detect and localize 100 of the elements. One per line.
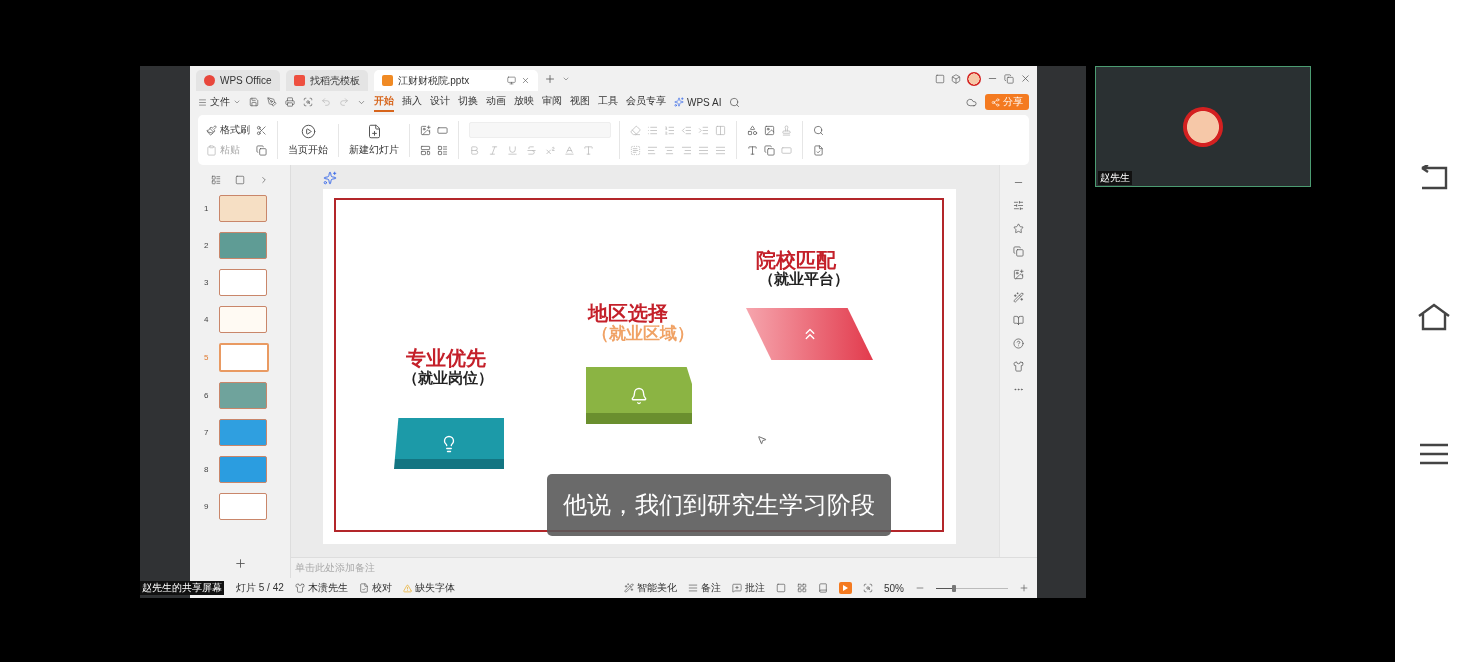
avatar[interactable] [967, 71, 981, 86]
new-tab-icon[interactable] [543, 72, 556, 85]
window-icon[interactable] [935, 73, 945, 84]
search-icon[interactable] [729, 96, 741, 108]
ribbon-tab[interactable]: 切换 [458, 92, 478, 112]
slide-thumbnail[interactable] [219, 419, 267, 446]
proofread-icon[interactable] [358, 583, 369, 593]
ribbon-tab[interactable]: 设计 [430, 92, 450, 112]
image-icon[interactable] [420, 124, 431, 136]
sliders-icon[interactable] [1013, 200, 1024, 211]
ai-logo-icon[interactable] [674, 97, 684, 107]
indent-icon[interactable] [698, 124, 709, 136]
normal-view-icon[interactable] [776, 583, 786, 593]
shirt-icon[interactable] [1013, 361, 1024, 372]
strikethrough-icon[interactable] [526, 144, 537, 156]
font-color-icon[interactable] [564, 144, 575, 156]
scissors-icon[interactable] [256, 124, 267, 136]
text-box-icon[interactable] [747, 144, 758, 156]
slide-thumbnail[interactable] [219, 456, 267, 483]
arrange-icon[interactable] [764, 144, 775, 156]
eraser-icon[interactable] [630, 124, 641, 136]
notes-icon[interactable] [688, 583, 698, 593]
copy-icon[interactable] [256, 144, 267, 156]
columns-icon[interactable] [715, 124, 726, 136]
slide-thumbnail[interactable] [219, 382, 267, 409]
section-icon[interactable] [437, 144, 448, 156]
undo-icon[interactable] [321, 97, 331, 107]
missing-fonts-button[interactable]: 缺失字体 [402, 581, 455, 595]
pen-icon[interactable] [267, 97, 277, 107]
chevron-right-icon[interactable] [259, 175, 269, 185]
window-tab[interactable]: 江财财税院.pptx [373, 70, 538, 91]
ribbon-tab[interactable]: 会员专享 [626, 92, 666, 112]
line-spacing-icon[interactable] [715, 144, 726, 156]
paintbrush-icon[interactable] [206, 124, 217, 136]
cube-icon[interactable] [951, 73, 961, 84]
shapes-icon[interactable] [747, 124, 758, 136]
shirt-icon[interactable] [294, 583, 305, 593]
star-icon[interactable] [1013, 223, 1024, 234]
warning-icon[interactable] [402, 583, 412, 593]
play-icon[interactable] [300, 123, 316, 139]
image-icon[interactable] [1013, 269, 1024, 280]
author-button[interactable]: 木溃先生 [294, 581, 348, 595]
slide-thumbnail[interactable] [219, 195, 267, 222]
slide-thumbnail[interactable] [219, 232, 267, 259]
numbered-list-icon[interactable] [664, 124, 675, 136]
ribbon-tab[interactable]: 视图 [570, 92, 590, 112]
window-tab[interactable]: WPS Office [196, 70, 280, 91]
close-icon[interactable] [520, 76, 530, 85]
cloud-icon[interactable] [966, 96, 977, 108]
italic-icon[interactable] [488, 144, 499, 156]
new-slide-icon[interactable] [366, 123, 382, 139]
monitor-icon[interactable] [506, 76, 516, 85]
menu-icon[interactable] [1418, 443, 1449, 465]
save-icon[interactable] [249, 97, 259, 107]
wand-icon[interactable] [624, 583, 634, 593]
slideshow-button[interactable] [839, 582, 852, 594]
wand-icon[interactable] [1013, 292, 1024, 303]
align-center-icon[interactable] [664, 144, 675, 156]
file-menu[interactable]: 文件 [198, 95, 241, 109]
grid-view-icon[interactable] [797, 583, 807, 593]
clipboard-icon[interactable] [206, 144, 217, 156]
chevron-down-icon[interactable] [233, 98, 241, 106]
format-painter-button[interactable]: 格式刷 [206, 123, 250, 137]
outdent-icon[interactable] [681, 124, 692, 136]
slider-thumb[interactable] [952, 584, 956, 592]
underline-icon[interactable] [507, 144, 518, 156]
bullet-list-icon[interactable] [647, 124, 658, 136]
close-icon[interactable] [1020, 73, 1031, 84]
search-icon[interactable] [813, 124, 824, 136]
comments-button[interactable]: 批注 [732, 581, 765, 595]
bold-icon[interactable] [469, 144, 480, 156]
ai-logo-icon[interactable] [323, 171, 337, 185]
ribbon-tab[interactable]: 审阅 [542, 92, 562, 112]
align-right-icon[interactable] [681, 144, 692, 156]
align-left-icon[interactable] [647, 144, 658, 156]
notes-button[interactable]: 备注 [688, 581, 721, 595]
restore-icon[interactable] [1004, 73, 1014, 84]
share-icon[interactable] [991, 97, 1000, 107]
stamp-icon[interactable] [781, 124, 792, 136]
ribbon-tab[interactable]: 动画 [486, 92, 506, 112]
redo-icon[interactable] [339, 97, 349, 107]
picture-icon[interactable] [764, 124, 775, 136]
reading-view-icon[interactable] [818, 583, 828, 593]
outline-view-icon[interactable] [211, 175, 221, 185]
slide-view-icon[interactable] [235, 175, 245, 185]
window-tab[interactable]: 找稻壳模板 [285, 70, 368, 91]
slide-thumbnail[interactable] [219, 343, 269, 372]
proofread-button[interactable]: 校对 [358, 581, 392, 595]
preview-icon[interactable] [303, 97, 313, 107]
ai-tab[interactable]: WPS AI [674, 96, 722, 108]
superscript-icon[interactable] [545, 144, 556, 156]
book-icon[interactable] [1013, 315, 1024, 326]
ribbon-tab[interactable]: 工具 [598, 92, 618, 112]
play-from-current-button[interactable]: 当页开始 [288, 142, 328, 157]
fit-icon[interactable] [863, 583, 873, 593]
copy-icon[interactable] [1013, 246, 1024, 257]
slide-thumbnail[interactable] [219, 493, 267, 520]
zoom-in-icon[interactable] [1019, 583, 1029, 593]
ribbon-tab[interactable]: 插入 [402, 92, 422, 112]
comment-icon[interactable] [732, 583, 742, 593]
